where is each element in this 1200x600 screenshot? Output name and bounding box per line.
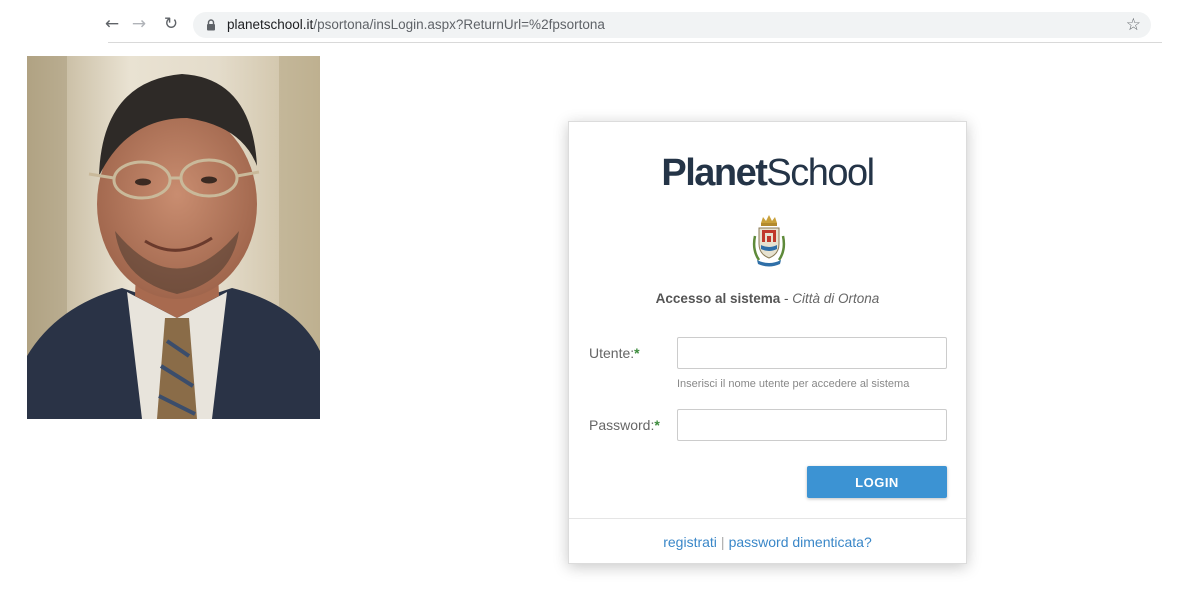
url-host: planetschool.it [227, 17, 314, 32]
reload-icon[interactable]: ↻ [159, 12, 183, 36]
password-label-text: Password: [589, 417, 655, 433]
login-subtitle: Accesso al sistema - Città di Ortona [569, 291, 966, 306]
subtitle-city: Città di Ortona [792, 291, 880, 306]
login-card: PlanetSchool Accesso al sistema - Città … [568, 121, 967, 564]
url-path: /psortona/insLogin.aspx?ReturnUrl=%2fpso… [313, 17, 605, 32]
subtitle-separator: - [780, 291, 793, 306]
logo-light-text: School [766, 152, 875, 194]
footer-links: registrati | password dimenticata? [569, 534, 966, 550]
browser-toolbar: ← → ↻ planetschool.it/psortona/insLogin.… [0, 0, 1200, 46]
login-button[interactable]: LOGIN [807, 466, 947, 498]
required-mark: * [634, 345, 640, 361]
subtitle-strong: Accesso al sistema [655, 291, 781, 306]
portrait-photo [27, 56, 320, 419]
password-input[interactable] [677, 409, 947, 441]
username-input[interactable] [677, 337, 947, 369]
star-icon[interactable]: ☆ [1126, 15, 1141, 35]
required-mark: * [654, 417, 660, 433]
username-label: Utente:* [589, 345, 640, 361]
planetschool-logo: PlanetSchool [569, 154, 966, 192]
register-link[interactable]: registrati [663, 534, 717, 550]
back-arrow-icon[interactable]: ← [100, 12, 124, 36]
card-divider [569, 518, 966, 519]
address-bar[interactable]: planetschool.it/psortona/insLogin.aspx?R… [193, 12, 1151, 38]
username-hint: Inserisci il nome utente per accedere al… [677, 378, 910, 390]
forward-arrow-icon[interactable]: → [127, 12, 151, 36]
lock-icon [207, 19, 215, 31]
logo-bold-text: Planet [661, 152, 768, 194]
url-text: planetschool.it/psortona/insLogin.aspx?R… [227, 17, 605, 32]
password-label: Password:* [589, 417, 660, 433]
forgot-password-link[interactable]: password dimenticata? [729, 534, 872, 550]
username-label-text: Utente: [589, 345, 635, 361]
crest-icon [752, 215, 786, 267]
link-separator: | [720, 534, 725, 550]
toolbar-divider [108, 42, 1162, 43]
